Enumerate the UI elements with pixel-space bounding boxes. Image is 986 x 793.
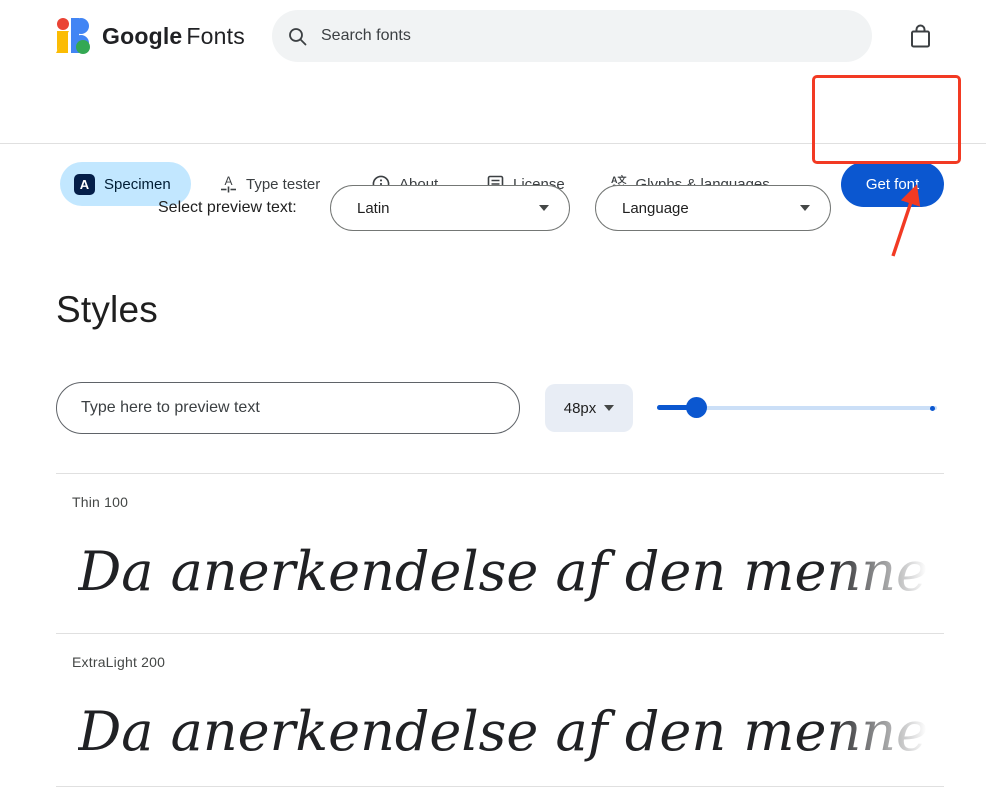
search-icon [288, 27, 307, 46]
style-name-label: Thin 100 [72, 494, 128, 510]
chevron-down-icon [604, 405, 614, 411]
style-row-extralight-200: ExtraLight 200 Da anerkendelse af den me… [56, 633, 944, 787]
slider-end-dot [930, 406, 935, 411]
app-header: GoogleFonts Search fonts [0, 0, 986, 72]
chevron-down-icon [539, 205, 549, 211]
tab-specimen-label: Specimen [104, 176, 171, 193]
google-fonts-logo-icon [55, 15, 93, 57]
font-size-select[interactable]: 48px [545, 384, 633, 432]
search-placeholder: Search fonts [321, 27, 411, 45]
search-fonts-input[interactable]: Search fonts [272, 10, 872, 62]
style-name-label: ExtraLight 200 [72, 654, 165, 670]
style-preview-text[interactable]: Da anerkendelse af den mennesket ib [78, 522, 944, 622]
preview-text-input[interactable] [56, 382, 520, 434]
select-preview-text-label: Select preview text: [158, 199, 297, 217]
language-select-dropdown[interactable]: Language [595, 185, 831, 231]
font-size-value: 48px [564, 400, 597, 417]
script-select-dropdown[interactable]: Latin [330, 185, 570, 231]
specimen-nav-bar: A Specimen A Type tester About [0, 72, 986, 144]
logo-wordmark: GoogleFonts [102, 23, 245, 50]
logo-fonts-text: Fonts [186, 23, 245, 49]
type-tester-icon: A [220, 174, 237, 194]
style-row-thin-100: Thin 100 Da anerkendelse af den menneske… [56, 473, 944, 633]
tab-type-tester-label: Type tester [246, 176, 320, 193]
styles-section-title: Styles [56, 289, 158, 331]
style-preview-text[interactable]: Da anerkendelse af den mennesket ib [78, 682, 944, 782]
google-fonts-specimen-page: GoogleFonts Search fonts A Specimen A [0, 0, 986, 793]
shopping-bag-icon [909, 24, 932, 49]
chevron-down-icon [800, 205, 810, 211]
style-rows: Thin 100 Da anerkendelse af den menneske… [56, 473, 944, 787]
svg-text:A: A [224, 174, 232, 188]
slider-thumb[interactable] [686, 397, 707, 418]
bag-button[interactable] [898, 14, 942, 58]
language-select-value: Language [622, 200, 689, 217]
get-font-button[interactable]: Get font [841, 162, 944, 207]
font-size-slider[interactable] [657, 384, 937, 432]
google-fonts-logo[interactable]: GoogleFonts [55, 14, 245, 58]
script-select-value: Latin [357, 200, 390, 217]
specimen-a-icon: A [74, 174, 95, 195]
logo-google-text: Google [102, 23, 182, 49]
